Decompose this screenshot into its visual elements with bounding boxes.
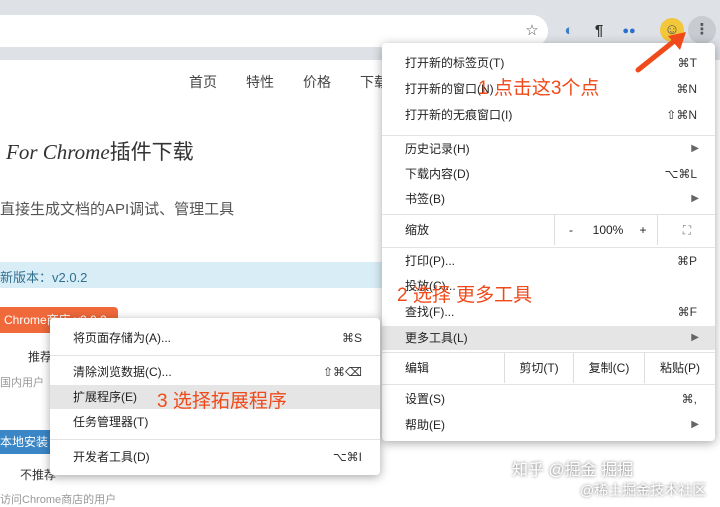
menu-more-tools[interactable]: 更多工具(L) ▶ <box>382 326 715 350</box>
menu-clear-data-shortcut: ⇧⌘⌫ <box>322 365 362 379</box>
pilcrow-extension-icon[interactable]: ¶ <box>588 20 610 42</box>
menu-bookmarks[interactable]: 书签(B) ▶ <box>382 188 715 210</box>
menu-separator <box>50 439 380 440</box>
menu-find-shortcut: ⌘F <box>677 305 697 319</box>
page-title-rest: 插件下载 <box>109 141 194 164</box>
menu-new-tab-label: 打开新的标签页(T) <box>405 56 505 70</box>
menu-separator <box>382 384 715 385</box>
kebab-menu-icon[interactable]: ⋮ <box>688 16 716 44</box>
watermark-line2: @稀土掘金技术社区 <box>580 482 707 498</box>
domestic-note: 国内用户 <box>0 377 44 389</box>
nav-home[interactable]: 首页 <box>189 72 217 92</box>
menu-dev-tools-label: 开发者工具(D) <box>73 450 150 464</box>
menu-clear-data[interactable]: 清除浏览数据(C)... ⇧⌘⌫ <box>50 361 380 383</box>
page-title: For Chrome插件下载 <box>6 136 194 166</box>
menu-save-page-label: 将页面存储为(A)... <box>73 331 171 345</box>
menu-help[interactable]: 帮助(E) ▶ <box>382 414 715 436</box>
menu-help-label: 帮助(E) <box>405 418 445 432</box>
annotation-step2: 2 选择 更多工具 <box>397 285 533 306</box>
menu-save-page-shortcut: ⌘S <box>341 331 362 345</box>
annotation-arrow-icon <box>635 32 686 73</box>
footer-note: 访问Chrome商店的用户 <box>0 494 117 506</box>
menu-incognito-label: 打开新的无痕窗口(I) <box>405 108 513 122</box>
menu-settings-label: 设置(S) <box>405 392 445 406</box>
menu-separator <box>382 214 715 215</box>
menu-bookmarks-label: 书签(B) <box>405 192 445 206</box>
version-text: 新版本：v2.0.2 <box>0 270 88 285</box>
menu-print-label: 打印(P)... <box>405 254 455 268</box>
menu-save-page[interactable]: 将页面存储为(A)... ⌘S <box>50 327 380 349</box>
submenu-arrow-icon: ▶ <box>691 419 699 430</box>
menu-history-label: 历史记录(H) <box>405 142 470 156</box>
fullscreen-icon[interactable]: ⛶ <box>672 215 702 245</box>
menu-task-manager[interactable]: 任务管理器(T) <box>50 411 380 433</box>
menu-task-manager-label: 任务管理器(T) <box>73 415 149 429</box>
submenu-arrow-icon: ▶ <box>691 193 699 204</box>
zoom-value: 100% <box>592 223 624 237</box>
menu-separator <box>382 247 715 248</box>
page-subtitle: 直接生成文档的API调试、管理工具 <box>0 201 235 218</box>
annotation-step1: 1 点击这3个点 <box>478 78 600 99</box>
menu-clear-data-label: 清除浏览数据(C)... <box>73 365 172 379</box>
menu-more-tools-label: 更多工具(L) <box>405 331 468 345</box>
menu-print[interactable]: 打印(P)... ⌘P <box>382 250 715 272</box>
chrome-main-menu: 打开新的标签页(T) ⌘T 打开新的窗口(N) ⌘N 打开新的无痕窗口(I) ⇧… <box>382 43 715 441</box>
zoom-in-button[interactable]: + <box>629 215 658 245</box>
page-title-italic: For Chrome <box>6 140 110 164</box>
menu-new-window-shortcut: ⌘N <box>676 82 697 96</box>
version-banner: 新版本：v2.0.2 <box>0 262 390 288</box>
menu-downloads-shortcut: ⌥⌘L <box>664 167 697 181</box>
menu-dev-tools[interactable]: 开发者工具(D) ⌥⌘I <box>50 446 380 468</box>
star-icon[interactable]: ☆ <box>521 20 543 42</box>
menu-separator <box>50 355 380 356</box>
zoom-out-button[interactable]: - <box>554 215 587 245</box>
submenu-arrow-icon: ▶ <box>691 143 699 154</box>
nav-features[interactable]: 特性 <box>246 72 274 92</box>
edit-cut-button[interactable]: 剪切(T) <box>504 353 573 383</box>
edit-copy-button[interactable]: 复制(C) <box>573 353 644 383</box>
menu-incognito-shortcut: ⇧⌘N <box>666 108 697 122</box>
menu-downloads[interactable]: 下载内容(D) ⌥⌘L <box>382 163 715 185</box>
menu-dev-tools-shortcut: ⌥⌘I <box>332 450 362 464</box>
menu-zoom-label: 缩放 <box>405 223 430 237</box>
extension-icon[interactable]: ◐ <box>558 20 580 42</box>
menu-downloads-label: 下载内容(D) <box>405 167 470 181</box>
watermark-line1: 知乎 @掘金 掘掘 <box>512 462 634 479</box>
local-install-button[interactable]: 本地安装 <box>0 430 55 454</box>
menu-print-shortcut: ⌘P <box>676 254 697 268</box>
menu-settings-shortcut: ⌘, <box>681 392 697 406</box>
menu-history[interactable]: 历史记录(H) ▶ <box>382 138 715 160</box>
menu-edit-label: 编辑 <box>405 361 430 375</box>
edit-paste-button[interactable]: 粘贴(P) <box>644 353 715 383</box>
submenu-arrow-icon: ▶ <box>691 332 699 343</box>
menu-incognito[interactable]: 打开新的无痕窗口(I) ⇧⌘N <box>382 104 715 126</box>
menu-settings[interactable]: 设置(S) ⌘, <box>382 388 715 410</box>
menu-extensions-label: 扩展程序(E) <box>73 390 137 404</box>
nav-pricing[interactable]: 价格 <box>303 72 331 92</box>
recommend-label: 推荐 <box>28 350 53 364</box>
annotation-step3: 3 选择拓展程序 <box>157 391 287 412</box>
menu-separator <box>382 135 715 136</box>
menu-zoom: 缩放 <box>382 219 715 241</box>
